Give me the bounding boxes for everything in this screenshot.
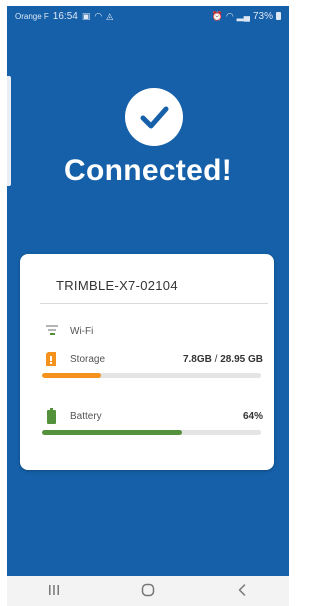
storage-separator: / [214,354,218,365]
back-icon[interactable] [222,583,262,600]
storage-progress-track [42,373,261,378]
navigation-bar [7,576,289,606]
recent-apps-icon[interactable] [34,583,74,599]
device-name: TRIMBLE-X7-02104 [56,278,178,293]
app-screen: Orange F 16:54 ▣ ◠ ◬ ⏰ ◠ ▂▄ 73% Connecte… [7,6,289,576]
storage-label: Storage [70,354,106,365]
status-right: ⏰ ◠ ▂▄ 73% [212,11,281,22]
divider [40,303,268,304]
sync-notification-icon: ◬ [106,10,114,21]
battery-percent: 73% [252,10,273,22]
battery-progress-fill [42,430,183,435]
battery-icon [47,408,56,424]
storage-icon [46,352,56,366]
home-icon[interactable] [128,583,168,600]
success-check-icon [125,88,183,146]
storage-total: 28.95 GB [220,354,263,365]
storage-progress-fill [42,373,102,378]
battery-status-icon [276,12,281,20]
wifi-status-icon: ◠ [94,10,103,21]
wifi-label: Wi-Fi [70,326,94,337]
status-left: Orange F 16:54 ▣ ◠ ◬ [15,11,113,22]
wifi-signal-icon: ◠ [225,10,234,21]
battery-label: Battery [70,411,102,422]
page-title: Connected! [64,154,232,187]
status-bar: Orange F 16:54 ▣ ◠ ◬ ⏰ ◠ ▂▄ 73% [7,6,289,26]
storage-used: 7.8GB [182,354,212,365]
alarm-icon: ⏰ [211,10,223,21]
gallery-notification-icon: ▣ [81,10,91,21]
battery-value: 64% [242,411,263,422]
cell-signal-icon: ▂▄ [236,10,250,21]
storage-value: 7.8GB / 28.95 GB [183,354,263,365]
clock: 16:54 [52,10,78,22]
carrier-name: Orange F [15,11,49,21]
device-card: TRIMBLE-X7-02104 Wi-Fi Storage 7.8GB / 2… [20,254,274,470]
battery-progress-track [42,430,261,435]
wifi-icon [46,325,58,335]
